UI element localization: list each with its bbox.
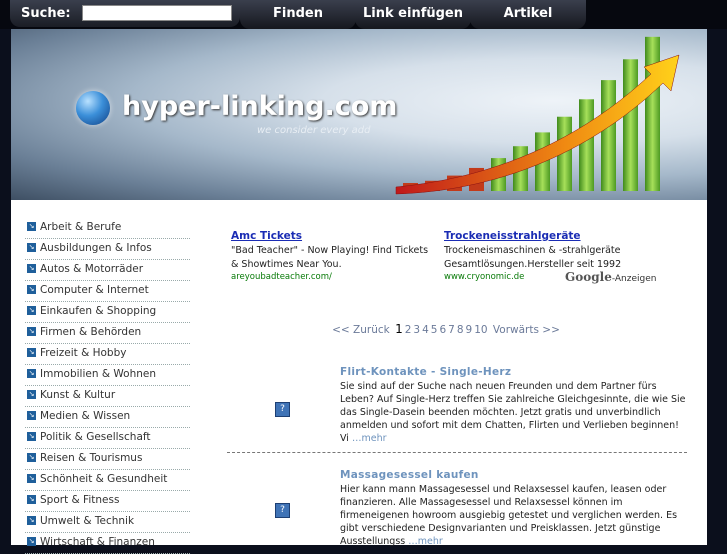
sidebar-item[interactable]: ↘ Arbeit & Berufe xyxy=(25,218,190,239)
article-body: Sie sind auf der Suche nach neuen Freund… xyxy=(340,381,686,444)
sidebar-item-label: Wirtschaft & Finanzen xyxy=(40,536,155,548)
arrow-bullet-icon: ↘ xyxy=(27,516,36,525)
arrow-bullet-icon: ↘ xyxy=(27,222,36,231)
ad-title[interactable]: Amc Tickets xyxy=(231,230,436,242)
decorative-bar xyxy=(645,36,660,191)
ad-url[interactable]: areyoubadteacher.com/ xyxy=(231,272,436,282)
ad-title[interactable]: Trockeneisstrahlgeräte xyxy=(444,230,649,242)
sidebar-item-label: Reisen & Tourismus xyxy=(40,452,143,464)
add-link-button[interactable]: Link einfügen xyxy=(355,0,471,29)
arrow-bullet-icon: ↘ xyxy=(27,495,36,504)
arrow-bullet-icon: ↘ xyxy=(27,327,36,336)
arrow-bullet-icon: ↘ xyxy=(27,264,36,273)
arrow-bullet-icon: ↘ xyxy=(27,432,36,441)
sidebar-item-label: Umwelt & Technik xyxy=(40,515,135,527)
globe-logo-icon xyxy=(76,91,110,125)
search-input[interactable] xyxy=(82,5,232,21)
article-text: Hier kann mann Massagesessel und Relaxse… xyxy=(340,483,690,548)
ad-text: Trockeneismaschinen & -strahlgeräte Gesa… xyxy=(444,245,622,270)
article-help-icon[interactable]: ? xyxy=(275,402,290,417)
sidebar-item[interactable]: ↘ Einkaufen & Shopping xyxy=(25,302,190,323)
pager-page-link[interactable]: 6 xyxy=(439,324,446,336)
find-button[interactable]: Finden xyxy=(240,0,356,29)
arrow-bullet-icon: ↘ xyxy=(27,348,36,357)
pager-page-link[interactable]: 8 xyxy=(457,324,464,336)
sidebar-item[interactable]: ↘ Ausbildungen & Infos xyxy=(25,239,190,260)
article-help-icon[interactable]: ? xyxy=(275,503,290,518)
arrow-bullet-icon: ↘ xyxy=(27,369,36,378)
sidebar-item-label: Immobilien & Wohnen xyxy=(40,368,156,380)
sidebar-item-label: Schönheit & Gesundheit xyxy=(40,473,168,485)
site-title: hyper-linking.com xyxy=(122,91,398,122)
sidebar-item-label: Sport & Fitness xyxy=(40,494,120,506)
arrow-bullet-icon: ↘ xyxy=(27,390,36,399)
arrow-bullet-icon: ↘ xyxy=(27,306,36,315)
pager-page-link[interactable]: 4 xyxy=(422,324,429,336)
decorative-bar xyxy=(623,59,638,191)
sidebar-item-label: Ausbildungen & Infos xyxy=(40,242,152,254)
sidebar-item-label: Politik & Gesellschaft xyxy=(40,431,151,443)
sidebar-item[interactable]: ↘ Politik & Gesellschaft xyxy=(25,428,190,449)
category-sidebar: ↘ Arbeit & Berufe ↘ Ausbildungen & Infos ↘ Au… xyxy=(25,218,190,554)
sidebar-item-label: Medien & Wissen xyxy=(40,410,131,422)
sidebar-item-label: Einkaufen & Shopping xyxy=(40,305,157,317)
pager-page-link[interactable]: 1 xyxy=(395,322,403,336)
read-more-link[interactable]: …mehr xyxy=(352,433,387,444)
article-title[interactable]: Flirt-Kontakte - Single-Herz xyxy=(340,366,511,378)
site-tagline: we consider every add xyxy=(257,125,371,136)
article-divider xyxy=(227,452,687,453)
pagination: << Zurück 1 2 3 4 5 6 7 8 9 10 Vorwärts >> xyxy=(231,322,661,336)
arrow-bullet-icon: ↘ xyxy=(27,474,36,483)
search-label: Suche: xyxy=(21,6,71,21)
sidebar-item-label: Computer & Internet xyxy=(40,284,149,296)
header-banner: hyper-linking.com we consider every add xyxy=(11,29,707,200)
decorative-bar xyxy=(601,80,616,191)
ad-text: "Bad Teacher" - Now Playing! Find Ticket… xyxy=(231,245,429,270)
pager-page-link[interactable]: 2 xyxy=(405,324,412,336)
arrow-bullet-icon: ↘ xyxy=(27,453,36,462)
sidebar-item-label: Freizeit & Hobby xyxy=(40,347,127,359)
sidebar-item[interactable]: ↘ Autos & Motorräder xyxy=(25,260,190,281)
sidebar-item[interactable]: ↘ Schönheit & Gesundheit xyxy=(25,470,190,491)
article-text: Sie sind auf der Suche nach neuen Freund… xyxy=(340,380,690,445)
article-title[interactable]: Massagesessel kaufen xyxy=(340,469,479,481)
arrow-bullet-icon: ↘ xyxy=(27,243,36,252)
pager-page-link[interactable]: 5 xyxy=(431,324,438,336)
pager-page-link[interactable]: 3 xyxy=(413,324,420,336)
arrow-bullet-icon: ↘ xyxy=(27,285,36,294)
sidebar-item[interactable]: ↘ Immobilien & Wohnen xyxy=(25,365,190,386)
decorative-bar xyxy=(579,99,594,191)
sidebar-item-label: Arbeit & Berufe xyxy=(40,221,122,233)
article-body: Hier kann mann Massagesessel und Relaxse… xyxy=(340,484,678,547)
sidebar-item[interactable]: ↘ Computer & Internet xyxy=(25,281,190,302)
google-ads-suffix: -Anzeigen xyxy=(611,274,657,284)
sidebar-item[interactable]: ↘ Medien & Wissen xyxy=(25,407,190,428)
read-more-link[interactable]: …mehr xyxy=(408,536,443,547)
google-brand: Google xyxy=(565,270,612,284)
sidebar-item[interactable]: ↘ Reisen & Tourismus xyxy=(25,449,190,470)
sidebar-item-label: Firmen & Behörden xyxy=(40,326,142,338)
pager-page-link[interactable]: 7 xyxy=(448,324,455,336)
sidebar-item[interactable]: ↘ Kunst & Kultur xyxy=(25,386,190,407)
sidebar-item-label: Autos & Motorräder xyxy=(40,263,144,275)
arrow-bullet-icon: ↘ xyxy=(27,411,36,420)
sidebar-item[interactable]: ↘ Umwelt & Technik xyxy=(25,512,190,533)
content-area: ↘ Arbeit & Berufe ↘ Ausbildungen & Infos ↘ Au… xyxy=(11,200,707,554)
pager-page-link[interactable]: 10 xyxy=(474,324,487,336)
ad-block: Amc Tickets "Bad Teacher" - Now Playing!… xyxy=(231,230,436,282)
search-tab: Suche: xyxy=(10,0,240,27)
sidebar-item[interactable]: ↘ Freizeit & Hobby xyxy=(25,344,190,365)
pager-prev-link[interactable]: << Zurück xyxy=(332,324,390,336)
sidebar-item[interactable]: ↘ Wirtschaft & Finanzen xyxy=(25,533,190,554)
sidebar-item-label: Kunst & Kultur xyxy=(40,389,116,401)
add-article-button[interactable]: Artikel einfügen xyxy=(470,0,586,49)
sidebar-item[interactable]: ↘ Sport & Fitness xyxy=(25,491,190,512)
sidebar-item[interactable]: ↘ Firmen & Behörden xyxy=(25,323,190,344)
google-ads-label[interactable]: Google-Anzeigen xyxy=(565,270,656,284)
pager-next-link[interactable]: Vorwärts >> xyxy=(493,324,560,336)
pager-page-link[interactable]: 9 xyxy=(466,324,473,336)
